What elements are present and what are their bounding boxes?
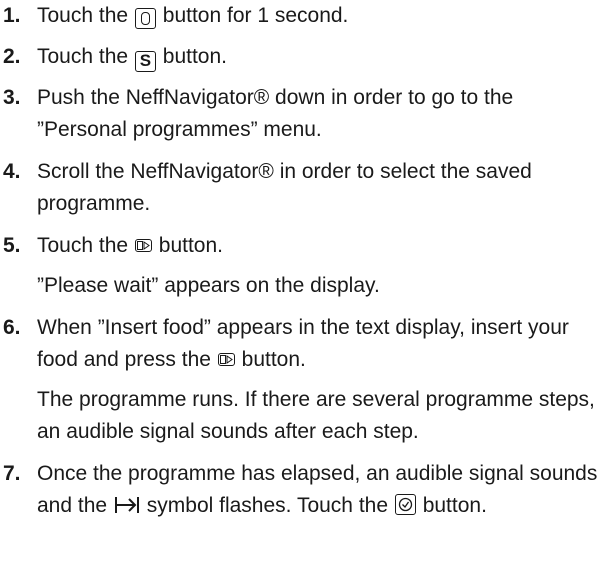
step-number: 5. bbox=[3, 234, 21, 257]
step-text: Touch the bbox=[37, 4, 129, 27]
step-6: 6. When ”Insert food” appears in the tex… bbox=[3, 312, 603, 448]
step-7: 7. Once the programme has elapsed, an au… bbox=[3, 458, 603, 525]
step-text: button. bbox=[422, 494, 487, 517]
step-text: button. bbox=[162, 45, 227, 68]
step-result: The programme runs. If there are several… bbox=[37, 388, 595, 443]
step-text: Scroll the NeffNavigator® in order to se… bbox=[37, 160, 532, 215]
s-button-icon: S bbox=[134, 51, 156, 72]
step-number: 1. bbox=[3, 4, 21, 27]
end-time-icon bbox=[114, 493, 140, 525]
step-text: button for 1 second. bbox=[162, 4, 349, 27]
step-3: 3. Push the NeffNavigator® down in order… bbox=[3, 82, 603, 146]
step-5: 5. Touch the button. ”Please wait” appea… bbox=[3, 230, 603, 302]
step-text: button. bbox=[158, 234, 223, 257]
step-text: Touch the bbox=[37, 45, 129, 68]
step-2: 2. Touch the S button. bbox=[3, 41, 603, 73]
step-text: button. bbox=[241, 348, 306, 371]
step-text: Push the NeffNavigator® down in order to… bbox=[37, 86, 514, 141]
step-result: ”Please wait” appears on the display. bbox=[37, 274, 380, 297]
step-number: 7. bbox=[3, 462, 21, 485]
step-1: 1. Touch the button for 1 second. bbox=[3, 0, 603, 32]
step-number: 2. bbox=[3, 45, 21, 68]
step-text: symbol flashes. Touch the bbox=[146, 494, 389, 517]
clock-icon bbox=[394, 494, 416, 515]
manual-page: { "steps": [ { "number": "1.", "text_bef… bbox=[0, 0, 613, 584]
step-number: 3. bbox=[3, 86, 21, 109]
step-text: Touch the bbox=[37, 234, 129, 257]
step-4: 4. Scroll the NeffNavigator® in order to… bbox=[3, 156, 603, 220]
on-off-icon bbox=[134, 8, 156, 29]
start-icon bbox=[134, 239, 152, 252]
start-icon bbox=[217, 353, 235, 366]
step-number: 4. bbox=[3, 160, 21, 183]
step-number: 6. bbox=[3, 316, 21, 339]
instruction-steps: 1. Touch the button for 1 second. 2. Tou… bbox=[3, 0, 603, 534]
